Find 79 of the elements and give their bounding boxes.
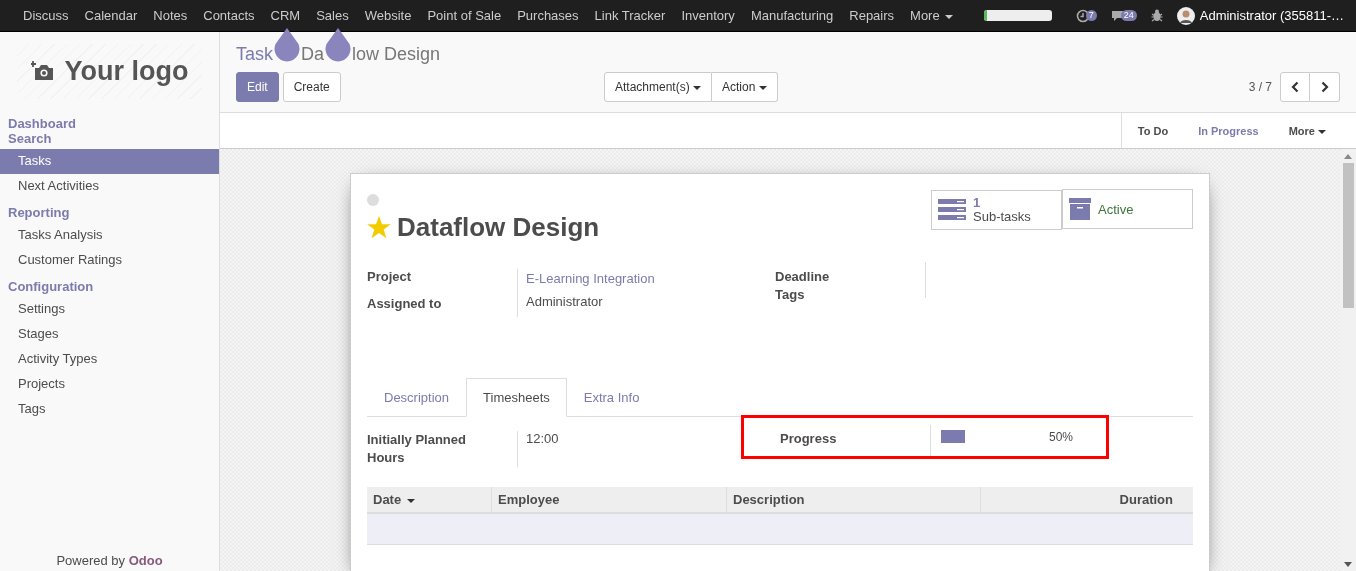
powered-by-text: Powered by Odoo bbox=[55, 553, 164, 570]
archive-box-icon bbox=[1069, 198, 1091, 220]
caret-icon bbox=[945, 14, 954, 19]
notebook-tab[interactable]: Timesheets bbox=[466, 378, 567, 417]
app-menu-item[interactable]: Sales bbox=[308, 8, 357, 23]
bug-icon[interactable] bbox=[1150, 9, 1163, 22]
record-title: Dataflow Design bbox=[397, 212, 600, 243]
edit-button[interactable]: Edit bbox=[236, 72, 279, 102]
field-label: Tags bbox=[775, 287, 806, 304]
breadcrumb-current: Da bbox=[301, 43, 325, 65]
breadcrumb-link[interactable]: Task bbox=[236, 43, 273, 65]
field-value: 12:00 bbox=[517, 431, 559, 467]
progress-value: 50% bbox=[1049, 430, 1074, 444]
app-menu-item[interactable]: Discuss bbox=[15, 8, 77, 23]
camera-icon bbox=[30, 61, 55, 81]
active-toggle-button[interactable]: Active bbox=[1062, 189, 1193, 229]
menu-section-title[interactable]: Search bbox=[0, 131, 219, 149]
scroll-up-icon[interactable] bbox=[1344, 154, 1352, 159]
attachments-dropdown[interactable]: Attachment(s) bbox=[604, 72, 713, 102]
app-menu-item[interactable]: Point of Sale bbox=[419, 8, 510, 23]
message-count-badge: 24 bbox=[1120, 10, 1137, 21]
pager-value: 3 / 7 bbox=[1248, 80, 1272, 94]
app-menu-item[interactable]: CRM bbox=[262, 8, 309, 23]
pin-marker bbox=[324, 28, 353, 62]
chevron-right-icon bbox=[1320, 81, 1329, 93]
chevron-left-icon bbox=[1291, 81, 1299, 93]
subtasks-button[interactable]: 1 Sub-tasks bbox=[931, 190, 1062, 230]
field-label: Assigned to bbox=[367, 296, 443, 313]
sidebar-menu-item[interactable]: Stages bbox=[0, 322, 219, 347]
field-label: Progress bbox=[780, 431, 838, 448]
scroll-down-icon[interactable] bbox=[1344, 562, 1352, 567]
menu-section-title[interactable]: Dashboard bbox=[0, 110, 219, 131]
vertical-scrollbar[interactable] bbox=[1340, 149, 1356, 571]
notebook-tab[interactable]: Extra Info bbox=[566, 378, 657, 417]
user-name[interactable]: Administrator (355811-… bbox=[1199, 8, 1344, 23]
column-header[interactable]: Employee bbox=[491, 487, 727, 513]
app-menu-item[interactable]: Inventory bbox=[673, 8, 743, 23]
notebook-tab[interactable]: Description bbox=[367, 378, 467, 417]
scrollbar-thumb[interactable] bbox=[1342, 163, 1354, 308]
more-menu[interactable]: More bbox=[902, 8, 962, 23]
field-label: Deadline bbox=[775, 269, 831, 286]
activity-count-badge: 7 bbox=[1085, 10, 1097, 21]
chat-icon[interactable] bbox=[1110, 9, 1125, 22]
app-menu-item[interactable]: Notes bbox=[145, 8, 196, 23]
sidebar-menu-item[interactable]: Tasks bbox=[0, 149, 219, 174]
sidebar-menu-item[interactable]: Next Activities bbox=[0, 174, 219, 199]
sidebar-menu-item[interactable]: Projects bbox=[0, 372, 219, 397]
pin-marker bbox=[273, 28, 301, 62]
app-menu-item[interactable]: Calendar bbox=[76, 8, 146, 23]
status-dot[interactable] bbox=[367, 194, 379, 206]
field-value: Administrator bbox=[526, 294, 604, 311]
sidebar-menu-item[interactable]: Tags bbox=[0, 397, 219, 422]
sidebar-menu-item[interactable]: Settings bbox=[0, 297, 219, 322]
avatar-icon[interactable] bbox=[1176, 6, 1195, 25]
app-menu-item[interactable]: Manufacturing bbox=[742, 8, 842, 23]
sidebar-menu-item[interactable]: Activity Types bbox=[0, 347, 219, 372]
star-icon[interactable] bbox=[367, 216, 391, 239]
field-label: Initially Planned Hours bbox=[367, 431, 467, 467]
menu-section-title[interactable]: Configuration bbox=[0, 273, 219, 297]
column-header[interactable]: Duration bbox=[980, 487, 1193, 513]
sidebar-menu-item[interactable]: Tasks Analysis bbox=[0, 223, 219, 248]
create-button[interactable]: Create bbox=[282, 72, 341, 102]
column-header[interactable]: Date bbox=[367, 487, 492, 513]
column-header[interactable]: Description bbox=[726, 487, 981, 513]
app-menu-item[interactable]: Contacts bbox=[195, 8, 263, 23]
app-menu-item[interactable]: Website bbox=[356, 8, 420, 23]
app-menu-item[interactable]: Link Tracker bbox=[586, 8, 674, 23]
list-icon bbox=[938, 199, 966, 221]
previous-button[interactable] bbox=[1280, 72, 1310, 102]
next-button[interactable] bbox=[1310, 72, 1340, 102]
field-label: Project bbox=[367, 269, 413, 286]
sidebar-menu-item[interactable]: Customer Ratings bbox=[0, 248, 219, 273]
app-menu-item[interactable]: Purchases bbox=[509, 8, 587, 23]
action-dropdown[interactable]: Action bbox=[712, 72, 778, 102]
logo-text: Your logo bbox=[64, 55, 189, 87]
breadcrumb-current: low Design bbox=[352, 43, 441, 65]
app-menu-item[interactable]: Repairs bbox=[841, 8, 903, 23]
menu-section-title[interactable]: Reporting bbox=[0, 199, 219, 223]
clock-icon[interactable] bbox=[1075, 8, 1090, 23]
